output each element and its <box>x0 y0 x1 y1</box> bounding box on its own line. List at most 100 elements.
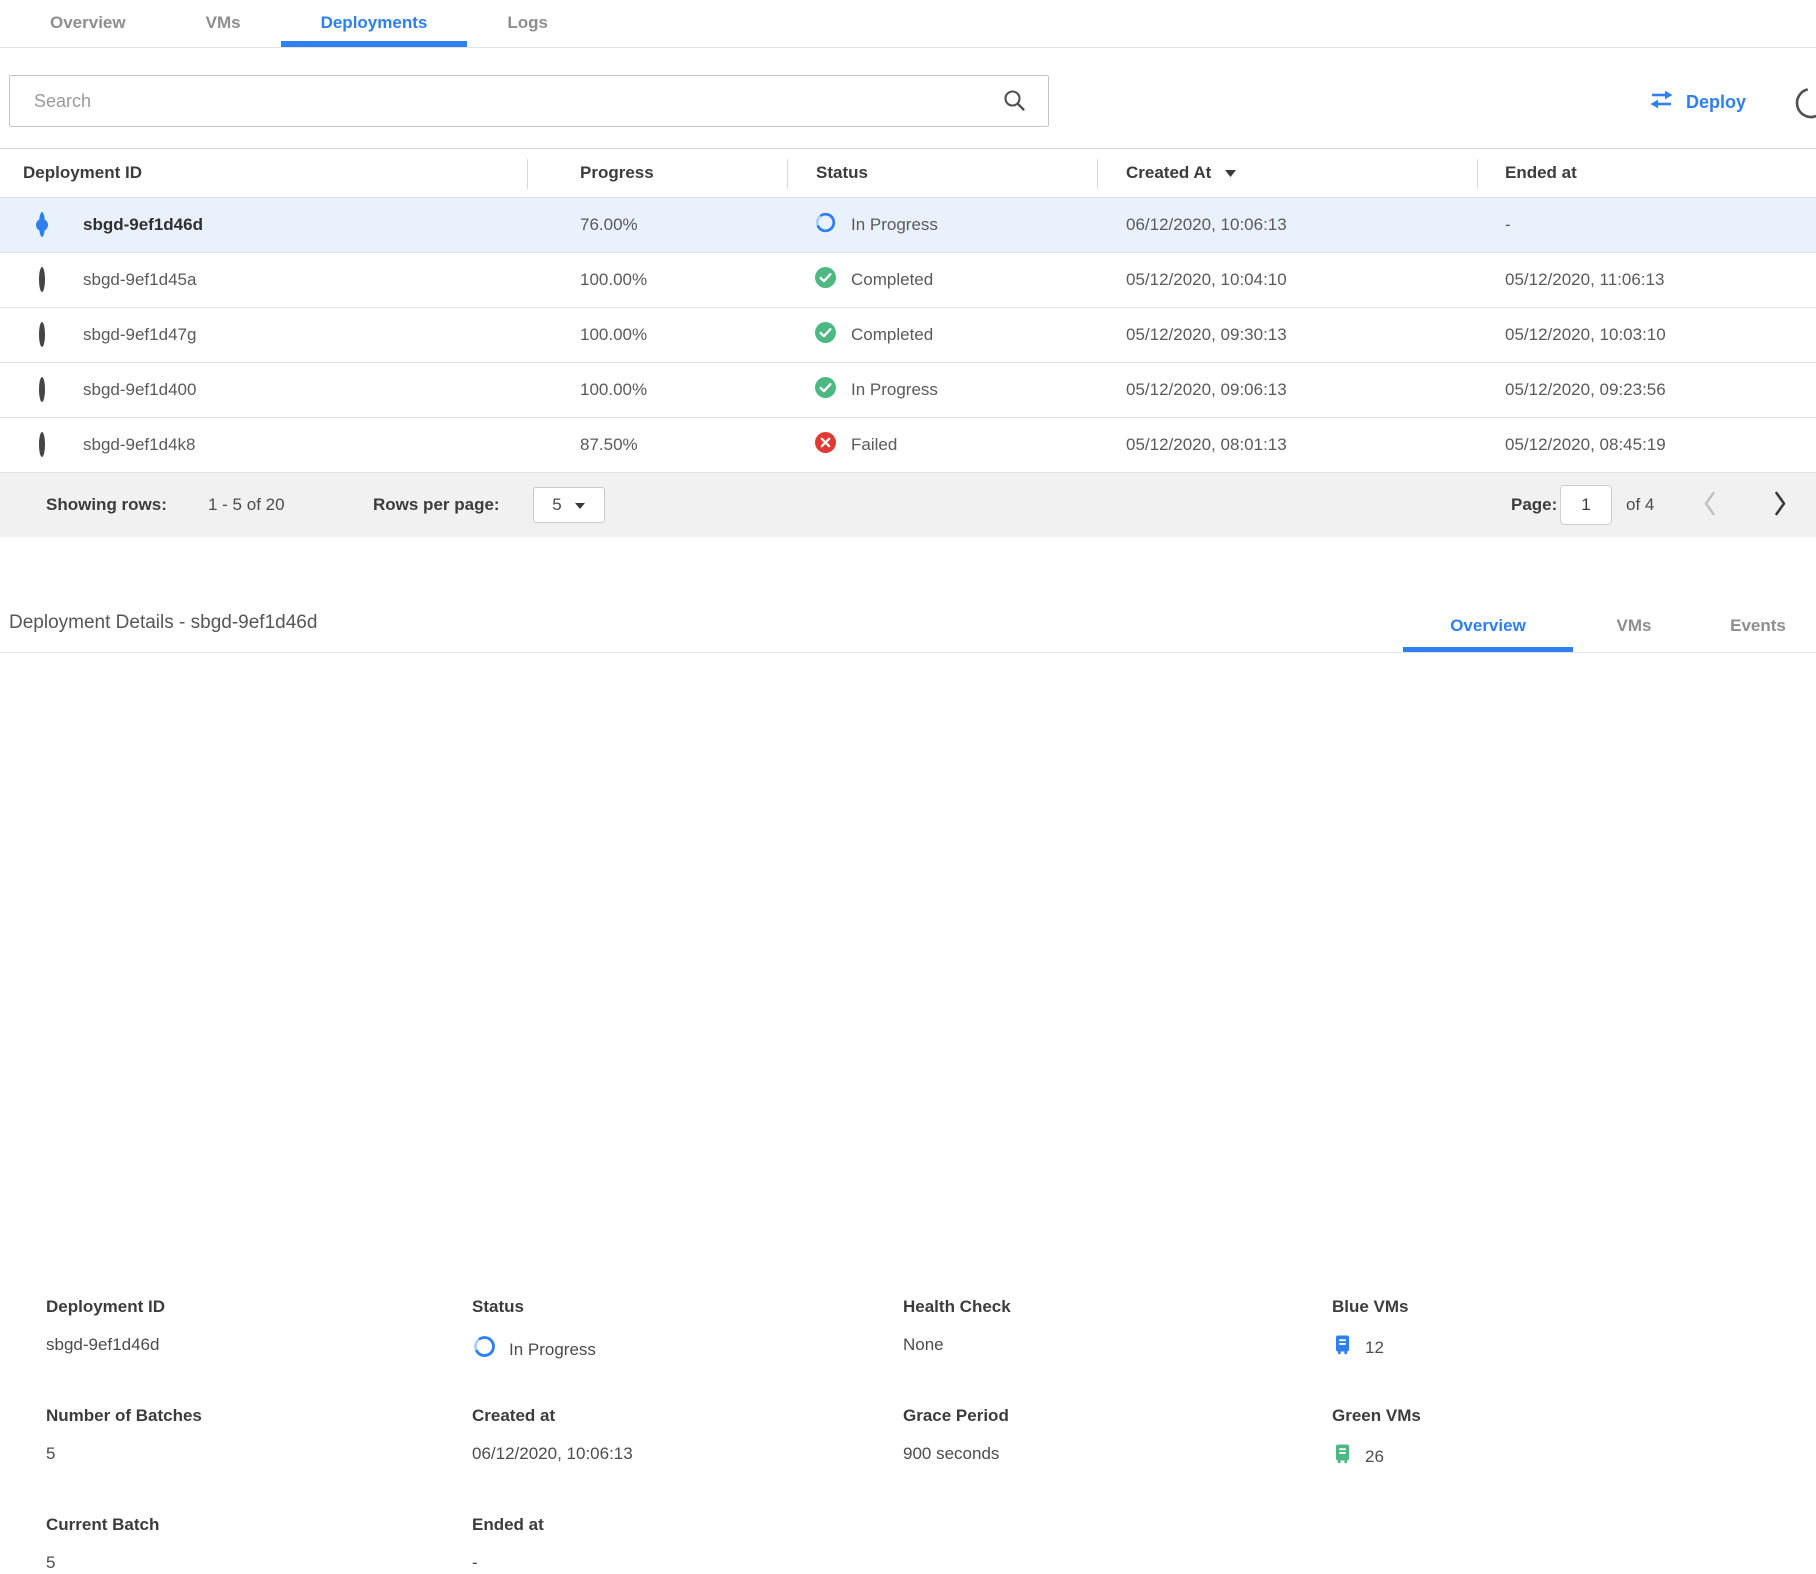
completed-check-icon <box>814 266 837 294</box>
swap-arrows-icon <box>1648 89 1675 115</box>
tab-logs[interactable]: Logs <box>467 0 588 47</box>
page-number-input[interactable] <box>1560 485 1612 525</box>
detail-label: Blue VMs <box>1332 1296 1732 1317</box>
column-header-status: Status <box>816 163 868 183</box>
showing-rows-label: Showing rows: <box>46 495 167 515</box>
table-row[interactable]: sbgd-9ef1d45a 100.00% Completed 05/12/20… <box>0 253 1816 308</box>
chevron-down-icon <box>574 495 586 515</box>
tab-deployments[interactable]: Deployments <box>281 0 468 47</box>
progress-cell: 87.50% <box>580 435 638 455</box>
chevron-left-icon <box>1702 490 1718 520</box>
detail-field-current-batch: Current Batch 5 <box>46 1514 446 1574</box>
detail-field-health-check: Health Check None <box>903 1296 1303 1356</box>
details-tab-overview[interactable]: Overview <box>1403 606 1573 653</box>
search-icon <box>1002 88 1028 119</box>
status-cell: Failed <box>851 435 897 455</box>
progress-cell: 76.00% <box>580 215 638 235</box>
row-radio[interactable] <box>39 322 45 347</box>
row-radio[interactable] <box>39 432 45 457</box>
rows-per-page-select[interactable]: 5 <box>533 487 605 523</box>
ended-at-cell: 05/12/2020, 09:23:56 <box>1505 380 1666 400</box>
detail-value: None <box>903 1334 944 1356</box>
rows-per-page-label: Rows per page: <box>373 495 500 515</box>
details-divider <box>0 652 1816 653</box>
detail-field-grace-period: Grace Period 900 seconds <box>903 1405 1303 1465</box>
detail-label: Status <box>472 1296 872 1317</box>
deployment-id-cell: sbgd-9ef1d400 <box>83 380 196 400</box>
ended-at-cell: 05/12/2020, 10:03:10 <box>1505 325 1666 345</box>
detail-value: 12 <box>1365 1337 1384 1359</box>
details-tab-events[interactable]: Events <box>1698 606 1816 653</box>
column-divider <box>1097 159 1098 189</box>
detail-label: Ended at <box>472 1514 872 1535</box>
detail-value: 5 <box>46 1552 55 1574</box>
row-radio[interactable] <box>39 267 45 292</box>
page-label: Page: <box>1511 495 1557 515</box>
created-at-cell: 05/12/2020, 09:30:13 <box>1126 325 1287 345</box>
progress-cell: 100.00% <box>580 270 647 290</box>
detail-label: Number of Batches <box>46 1405 446 1426</box>
table-row[interactable]: sbgd-9ef1d47g 100.00% Completed 05/12/20… <box>0 308 1816 363</box>
detail-value: - <box>472 1552 478 1574</box>
deployment-id-cell: sbgd-9ef1d4k8 <box>83 435 195 455</box>
detail-field-status: Status In Progress <box>472 1296 872 1365</box>
detail-field-green-vms: Green VMs 26 <box>1332 1405 1732 1471</box>
next-page-button[interactable] <box>1768 486 1792 524</box>
deploy-button-label: Deploy <box>1686 92 1746 113</box>
deploy-button[interactable]: Deploy <box>1648 84 1746 120</box>
detail-label: Health Check <box>903 1296 1303 1317</box>
showing-rows-value: 1 - 5 of 20 <box>208 495 285 515</box>
row-radio[interactable] <box>39 377 45 402</box>
rows-per-page-value: 5 <box>552 495 561 515</box>
vm-blue-icon <box>1332 1334 1353 1362</box>
column-header-progress: Progress <box>580 163 654 183</box>
tab-overview[interactable]: Overview <box>10 0 166 47</box>
refresh-button[interactable] <box>1792 84 1816 122</box>
deployment-id-cell: sbgd-9ef1d45a <box>83 270 196 290</box>
sort-desc-icon <box>1224 163 1237 183</box>
column-divider <box>1477 159 1478 189</box>
detail-label: Current Batch <box>46 1514 446 1535</box>
failed-x-icon <box>814 431 837 459</box>
table-row[interactable]: sbgd-9ef1d400 100.00% In Progress 05/12/… <box>0 363 1816 418</box>
table-footer: Showing rows: 1 - 5 of 20 Rows per page:… <box>0 473 1816 537</box>
vm-green-icon <box>1332 1443 1353 1471</box>
column-divider <box>787 159 788 189</box>
created-at-cell: 05/12/2020, 09:06:13 <box>1126 380 1287 400</box>
search-input[interactable] <box>9 75 1049 127</box>
details-title: Deployment Details - sbgd-9ef1d46d <box>9 612 317 634</box>
previous-page-button[interactable] <box>1698 486 1722 524</box>
status-cell: Completed <box>851 270 933 290</box>
detail-label: Deployment ID <box>46 1296 446 1317</box>
table-row[interactable]: sbgd-9ef1d4k8 87.50% Failed 05/12/2020, … <box>0 418 1816 473</box>
deployment-id-cell: sbgd-9ef1d46d <box>83 215 203 235</box>
column-header-ended-at: Ended at <box>1505 163 1577 183</box>
status-cell: In Progress <box>851 380 938 400</box>
detail-field-deployment-id: Deployment ID sbgd-9ef1d46d <box>46 1296 446 1356</box>
details-tab-vms[interactable]: VMs <box>1585 606 1683 653</box>
row-radio-selected[interactable] <box>39 212 45 237</box>
deployments-page: { "tabs": { "items": [ {"label": "Overvi… <box>0 0 1816 992</box>
detail-field-created-at: Created at 06/12/2020, 10:06:13 <box>472 1405 872 1465</box>
column-header-deployment-id: Deployment ID <box>23 163 142 183</box>
completed-check-icon <box>814 376 837 404</box>
chevron-right-icon <box>1772 490 1788 520</box>
refresh-icon <box>1792 84 1816 125</box>
created-at-cell: 05/12/2020, 10:04:10 <box>1126 270 1287 290</box>
ended-at-cell: - <box>1505 215 1511 235</box>
ended-at-cell: 05/12/2020, 11:06:13 <box>1505 270 1664 290</box>
table-row[interactable]: sbgd-9ef1d46d 76.00% In Progress 06/12/2… <box>0 198 1816 253</box>
created-at-cell: 05/12/2020, 08:01:13 <box>1126 435 1287 455</box>
page-total: of 4 <box>1626 495 1654 515</box>
tab-vms[interactable]: VMs <box>166 0 281 47</box>
in-progress-spinner-icon <box>472 1334 497 1365</box>
detail-field-number-of-batches: Number of Batches 5 <box>46 1405 446 1465</box>
detail-value: 26 <box>1365 1446 1384 1468</box>
detail-label: Created at <box>472 1405 872 1426</box>
table-header: Deployment ID Progress Status Created At… <box>0 148 1816 198</box>
ended-at-cell: 05/12/2020, 08:45:19 <box>1505 435 1666 455</box>
detail-value: 5 <box>46 1443 55 1465</box>
detail-label: Green VMs <box>1332 1405 1732 1426</box>
detail-value: 06/12/2020, 10:06:13 <box>472 1443 633 1465</box>
column-header-created-at[interactable]: Created At <box>1126 163 1237 183</box>
